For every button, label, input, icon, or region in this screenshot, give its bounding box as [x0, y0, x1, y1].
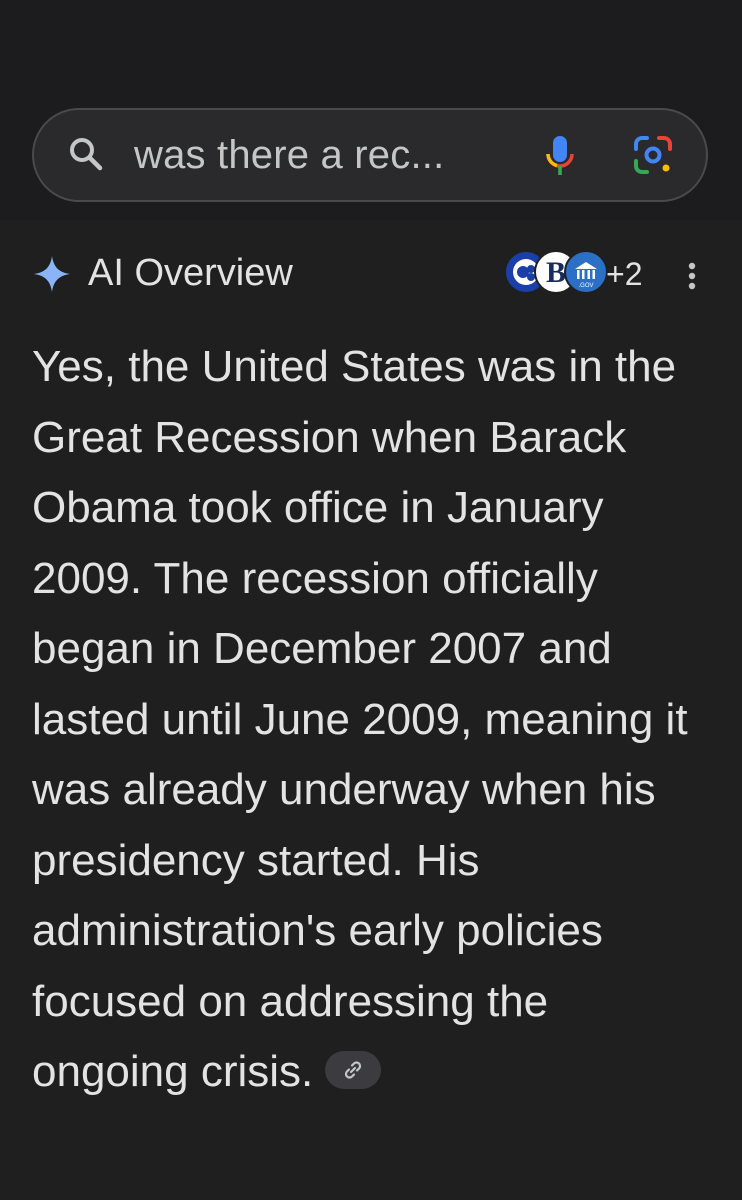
link-icon [345, 1061, 362, 1079]
source-badge-gov-text: .GOV [578, 283, 593, 289]
more-sources-count[interactable]: +2 [606, 252, 642, 296]
more-vert-icon[interactable] [682, 256, 702, 296]
source-avatar-gov-icon[interactable]: .GOV [564, 250, 608, 294]
answer-text: Yes, the United States was in the Great … [32, 342, 688, 1096]
source-avatars[interactable]: B .GOV [504, 250, 608, 296]
source-link-button[interactable] [325, 1051, 382, 1090]
sparkle-icon [34, 256, 70, 292]
ai-overview-title: AI Overview [88, 252, 293, 294]
search-input[interactable]: was there a rec... [134, 130, 444, 180]
search-icon[interactable] [66, 134, 106, 174]
mic-icon[interactable] [540, 130, 580, 180]
lens-icon[interactable] [630, 132, 676, 178]
source-badge-letter: B [546, 256, 566, 289]
ai-overview-answer: Yes, the United States was in the Great … [32, 332, 712, 1108]
